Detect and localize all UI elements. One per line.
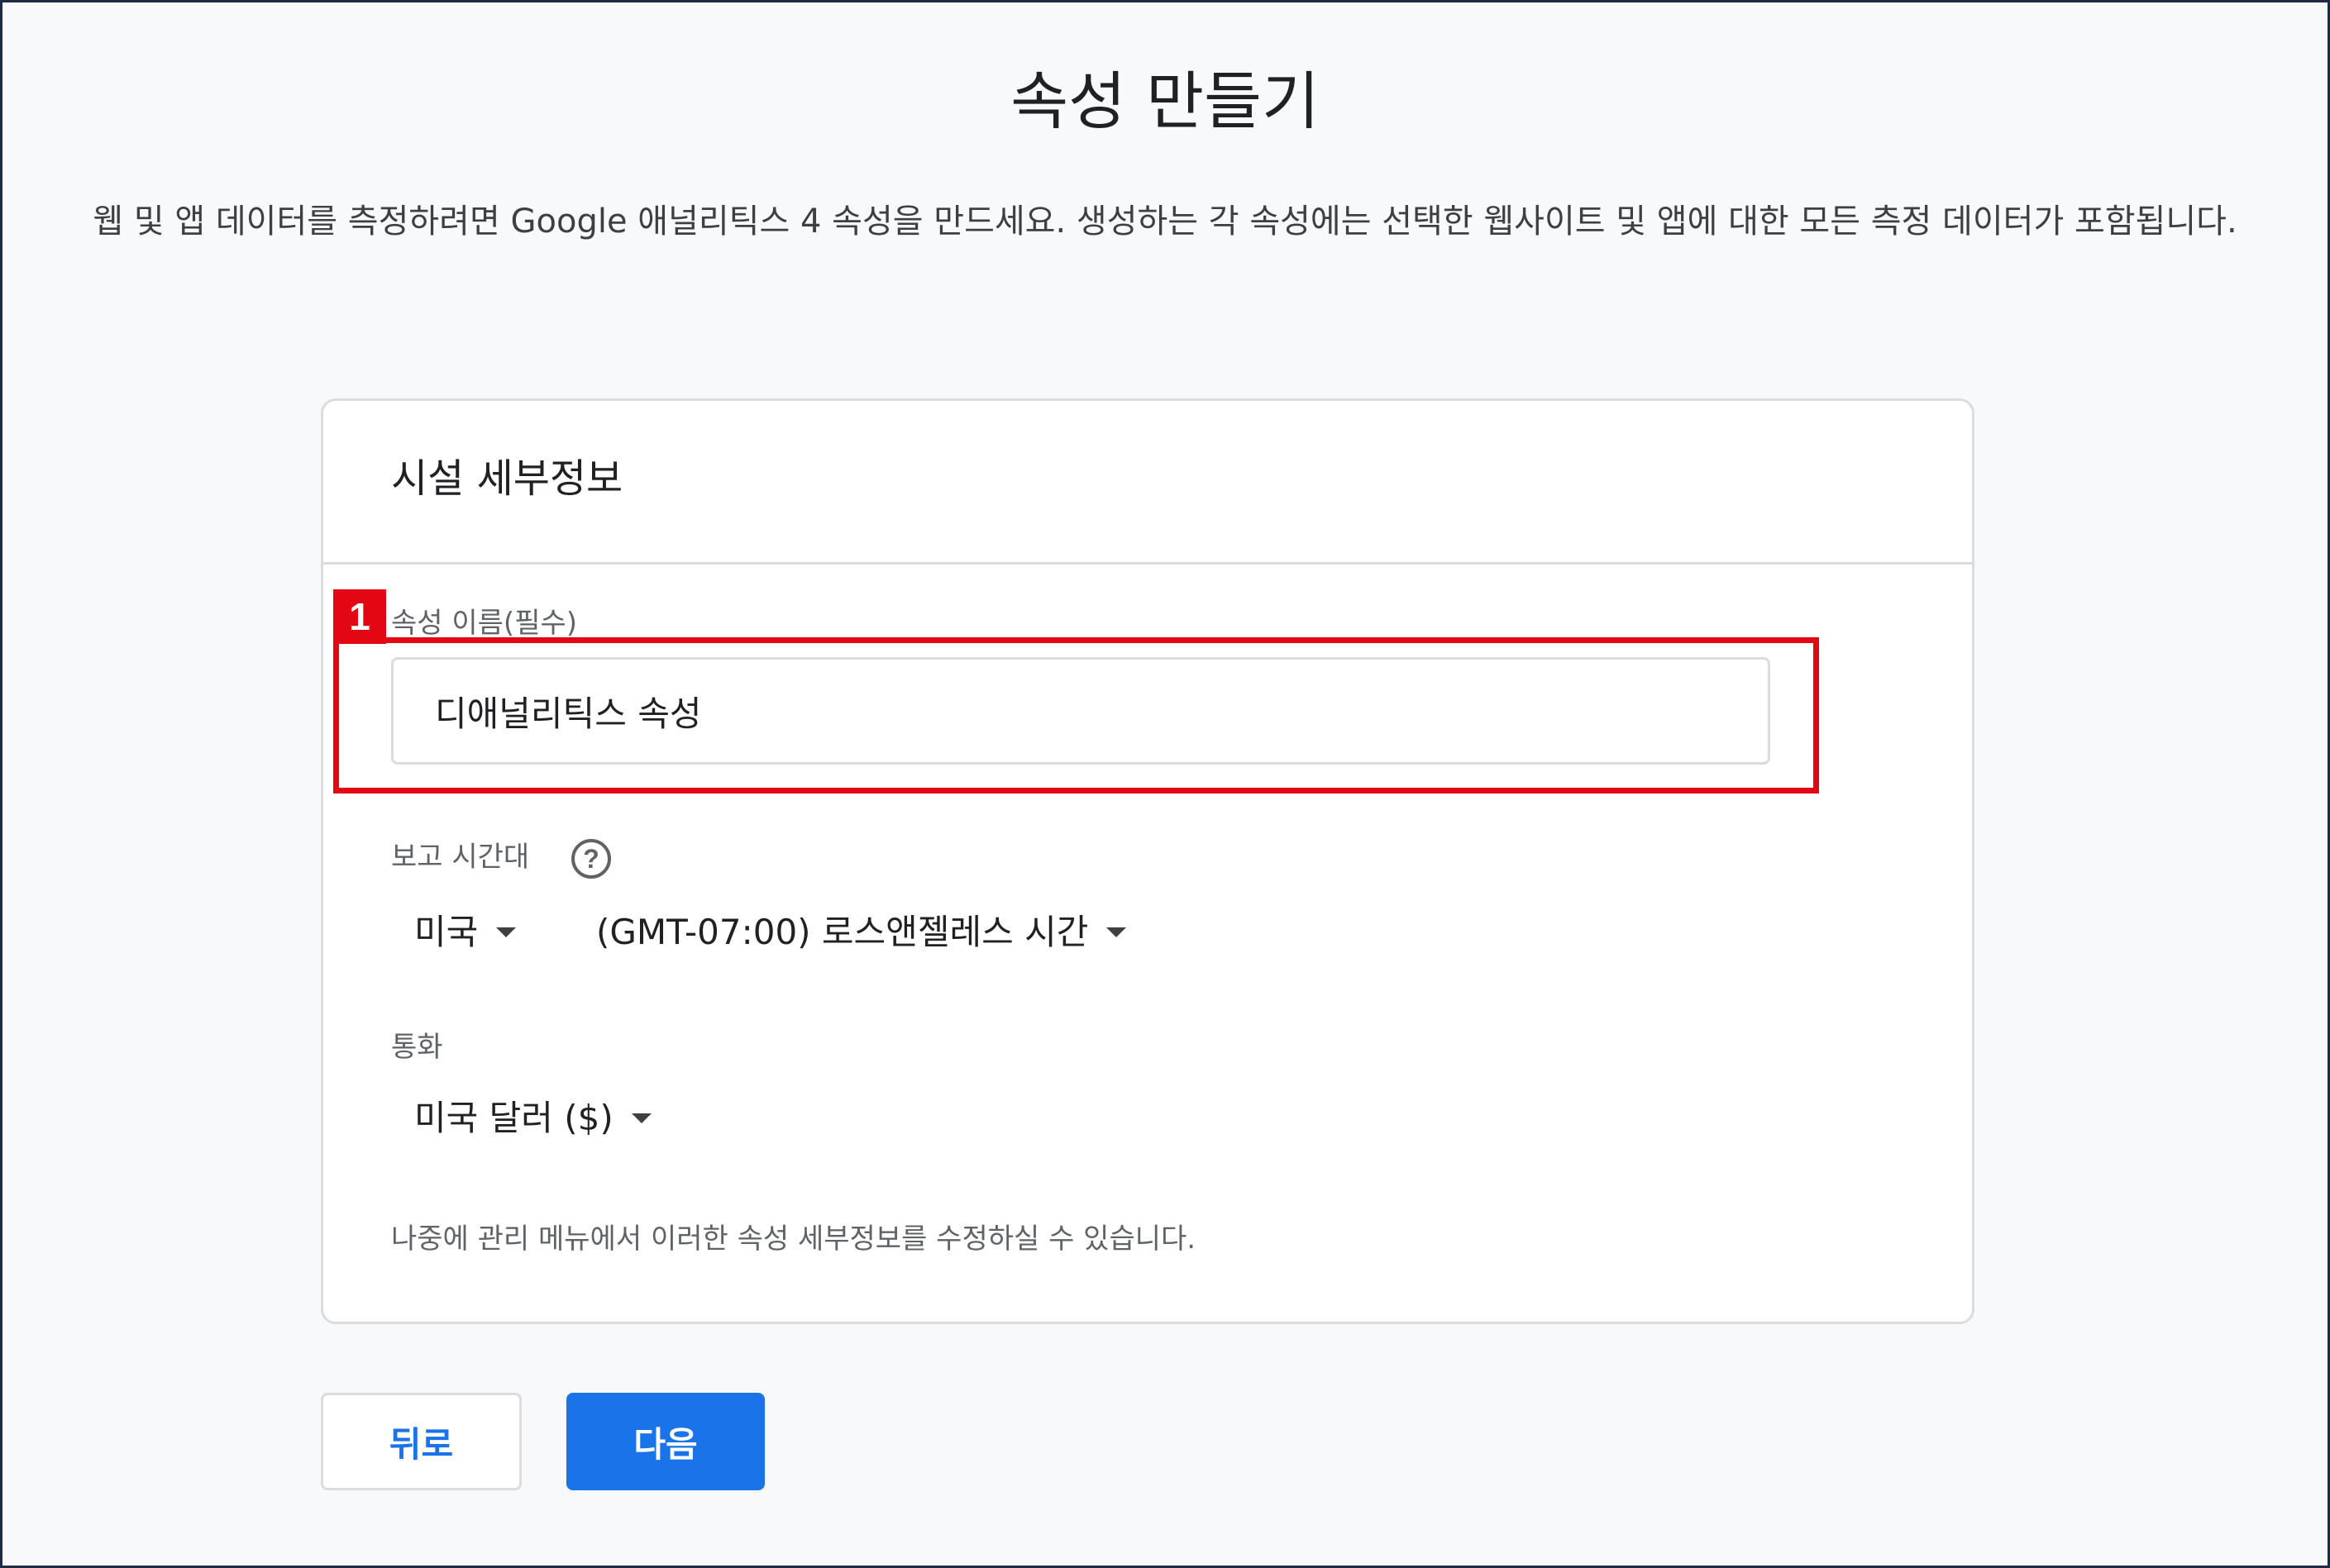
caret-down-icon [1106, 927, 1127, 937]
currency-select-value: 미국 달러 ($) [414, 1098, 614, 1138]
timezone-select[interactable]: (GMT-07:00) 로스앤젤레스 시간 [596, 908, 1127, 957]
property-name-label: 속성 이름(필수) [391, 607, 578, 640]
currency-label: 통화 [391, 1031, 443, 1064]
back-button[interactable]: 뒤로 [321, 1393, 522, 1490]
page-description: 웹 및 앱 데이터를 측정하려면 Google 애널리틱스 4 속성을 만드세요… [93, 203, 2237, 241]
country-select[interactable]: 미국 [414, 908, 517, 957]
card-header: 시설 세부정보 [323, 401, 1972, 565]
property-name-input[interactable] [391, 657, 1770, 765]
next-button[interactable]: 다음 [566, 1393, 765, 1490]
timezone-label: 보고 시간대 [391, 841, 530, 874]
help-circle-icon[interactable]: ? [571, 839, 611, 879]
caret-down-icon [631, 1113, 652, 1123]
caret-down-icon [496, 927, 517, 937]
screenshot-frame: 속성 만들기 웹 및 앱 데이터를 측정하려면 Google 애널리틱스 4 속… [0, 0, 2330, 1568]
card-title: 시설 세부정보 [391, 455, 623, 502]
annotation-badge: 1 [333, 589, 386, 644]
country-select-value: 미국 [414, 912, 479, 952]
property-details-card: 시설 세부정보 속성 이름(필수) 1 보고 시간대 ? 미국 (GMT-07:… [321, 398, 1974, 1324]
edit-later-note: 나중에 관리 메뉴에서 이러한 속성 세부정보를 수정하실 수 있습니다. [391, 1222, 1196, 1256]
timezone-select-value: (GMT-07:00) 로스앤젤레스 시간 [596, 912, 1089, 952]
page-title: 속성 만들기 [1010, 64, 1320, 138]
currency-select[interactable]: 미국 달러 ($) [414, 1094, 652, 1143]
